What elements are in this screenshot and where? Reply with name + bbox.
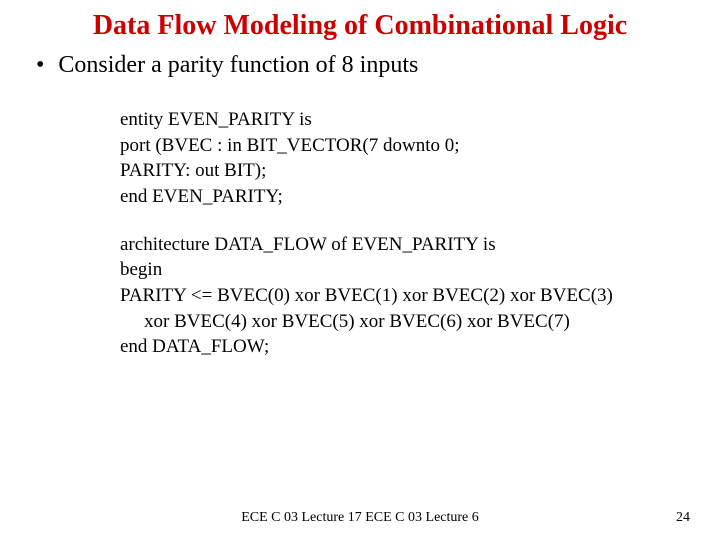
code-line: end DATA_FLOW; bbox=[120, 334, 690, 360]
bullet-item: • Consider a parity function of 8 inputs bbox=[30, 52, 690, 79]
slide-title: Data Flow Modeling of Combinational Logi… bbox=[70, 10, 650, 42]
code-line: entity EVEN_PARITY is bbox=[120, 107, 690, 133]
code-block-architecture: architecture DATA_FLOW of EVEN_PARITY is… bbox=[120, 232, 690, 360]
code-line: PARITY: out BIT); bbox=[120, 158, 690, 184]
code-block-entity: entity EVEN_PARITY is port (BVEC : in BI… bbox=[120, 107, 690, 210]
code-line: architecture DATA_FLOW of EVEN_PARITY is bbox=[120, 232, 690, 258]
bullet-marker: • bbox=[36, 52, 44, 79]
code-line: port (BVEC : in BIT_VECTOR(7 downto 0; bbox=[120, 133, 690, 159]
code-line: begin bbox=[120, 257, 690, 283]
slide: Data Flow Modeling of Combinational Logi… bbox=[0, 0, 720, 540]
bullet-text: Consider a parity function of 8 inputs bbox=[58, 52, 418, 79]
code-line: xor BVEC(4) xor BVEC(5) xor BVEC(6) xor … bbox=[120, 309, 690, 335]
footer-center: ECE C 03 Lecture 17 ECE C 03 Lecture 6 bbox=[0, 510, 720, 526]
page-number: 24 bbox=[676, 510, 690, 526]
code-line: end EVEN_PARITY; bbox=[120, 184, 690, 210]
code-line: PARITY <= BVEC(0) xor BVEC(1) xor BVEC(2… bbox=[120, 283, 690, 309]
